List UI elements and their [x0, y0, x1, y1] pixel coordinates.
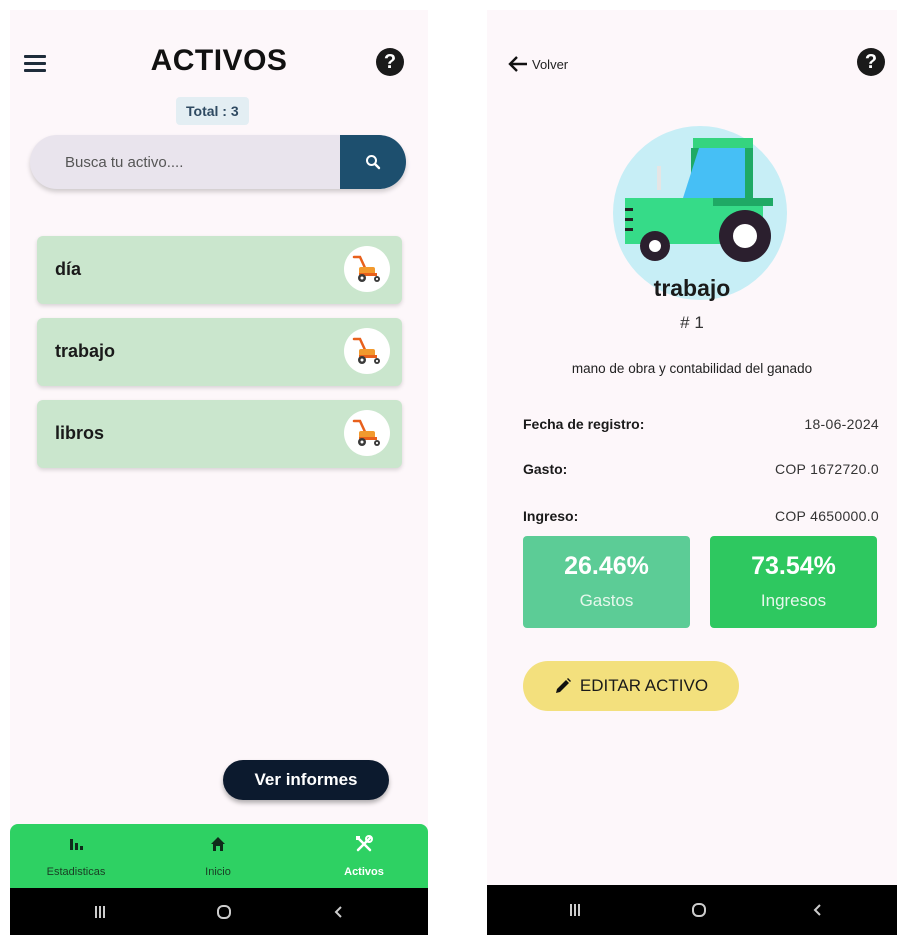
arrow-left-icon — [508, 56, 527, 72]
expense-label: Gasto: — [523, 461, 568, 477]
asset-item-libros[interactable]: libros — [37, 400, 402, 468]
nav-label: Estadisticas — [46, 866, 106, 878]
asset-item-label: día — [55, 259, 82, 279]
back-label: Volver — [532, 56, 569, 72]
asset-item-trabajo[interactable]: trabajo — [37, 318, 402, 386]
asset-number: # 1 — [680, 313, 704, 332]
nav-item-statistics[interactable]: Estadisticas — [16, 824, 136, 888]
search-input[interactable] — [30, 135, 340, 189]
income-stat-card: 73.54% Ingresos — [710, 536, 877, 628]
lawnmower-icon — [344, 246, 390, 292]
registration-date-row: Fecha de registro: 18-06-2024 — [523, 416, 879, 436]
bar-chart-icon — [16, 834, 136, 854]
nav-label: Inicio — [205, 866, 231, 878]
income-label: Ingreso: — [523, 508, 579, 524]
home-system-icon[interactable] — [669, 885, 729, 935]
income-percentage: 73.54% — [751, 552, 836, 580]
tools-icon — [304, 834, 424, 854]
expenses-percentage: 26.46% — [564, 552, 649, 580]
total-badge: Total : 3 — [176, 97, 249, 125]
search-bar — [30, 135, 406, 189]
expense-value: COP 1672720.0 — [774, 461, 879, 477]
nav-item-home[interactable]: Inicio — [158, 824, 278, 888]
nav-label: Activos — [344, 866, 384, 878]
system-nav-bar — [10, 888, 428, 935]
bottom-nav: Estadisticas Inicio Activos — [10, 824, 428, 888]
income-row: Ingreso: COP 4650000.0 — [523, 508, 879, 528]
asset-list: día trabajo libros — [37, 236, 402, 482]
asset-name: trabajo — [653, 275, 731, 301]
registration-date-value: 18-06-2024 — [804, 416, 879, 432]
asset-detail-screen: Volver ? trabajo # 1 mano de obra y cont… — [487, 10, 897, 935]
lawnmower-icon — [344, 410, 390, 456]
expenses-caption: Gastos — [579, 591, 634, 610]
income-value: COP 4650000.0 — [774, 508, 879, 524]
help-icon[interactable]: ? — [376, 48, 404, 76]
asset-item-label: libros — [55, 423, 105, 443]
page-title: ACTIVOS — [150, 44, 288, 77]
expenses-stat-card: 26.46% Gastos — [523, 536, 690, 628]
reports-button[interactable]: Ver informes — [223, 760, 389, 800]
system-nav-bar — [487, 885, 897, 935]
back-system-icon[interactable] — [787, 885, 847, 935]
pencil-icon — [555, 678, 571, 693]
tractor-icon — [625, 138, 773, 262]
nav-item-assets[interactable]: Activos — [304, 824, 424, 888]
asset-description: mano de obra y contabilidad del ganado — [571, 361, 813, 376]
home-icon — [158, 834, 278, 854]
help-icon[interactable]: ? — [857, 48, 885, 76]
registration-date-label: Fecha de registro: — [523, 416, 645, 432]
asset-item-dia[interactable]: día — [37, 236, 402, 304]
back-button[interactable]: Volver — [507, 52, 568, 76]
assets-list-screen: ACTIVOS ? Total : 3 día — [10, 10, 428, 935]
search-button[interactable] — [340, 135, 406, 189]
expense-row: Gasto: COP 1672720.0 — [523, 461, 879, 481]
edit-asset-button[interactable]: EDITAR ACTIVO — [523, 661, 739, 711]
edit-asset-label: EDITAR ACTIVO — [579, 676, 709, 695]
income-caption: Ingresos — [760, 591, 827, 610]
lawnmower-icon — [344, 328, 390, 374]
recents-icon[interactable] — [545, 885, 605, 935]
search-icon — [366, 155, 381, 170]
asset-item-label: trabajo — [55, 341, 116, 361]
asset-image — [613, 126, 787, 300]
back-system-icon[interactable] — [308, 888, 368, 935]
recents-icon[interactable] — [70, 888, 130, 935]
home-system-icon[interactable] — [194, 888, 254, 935]
